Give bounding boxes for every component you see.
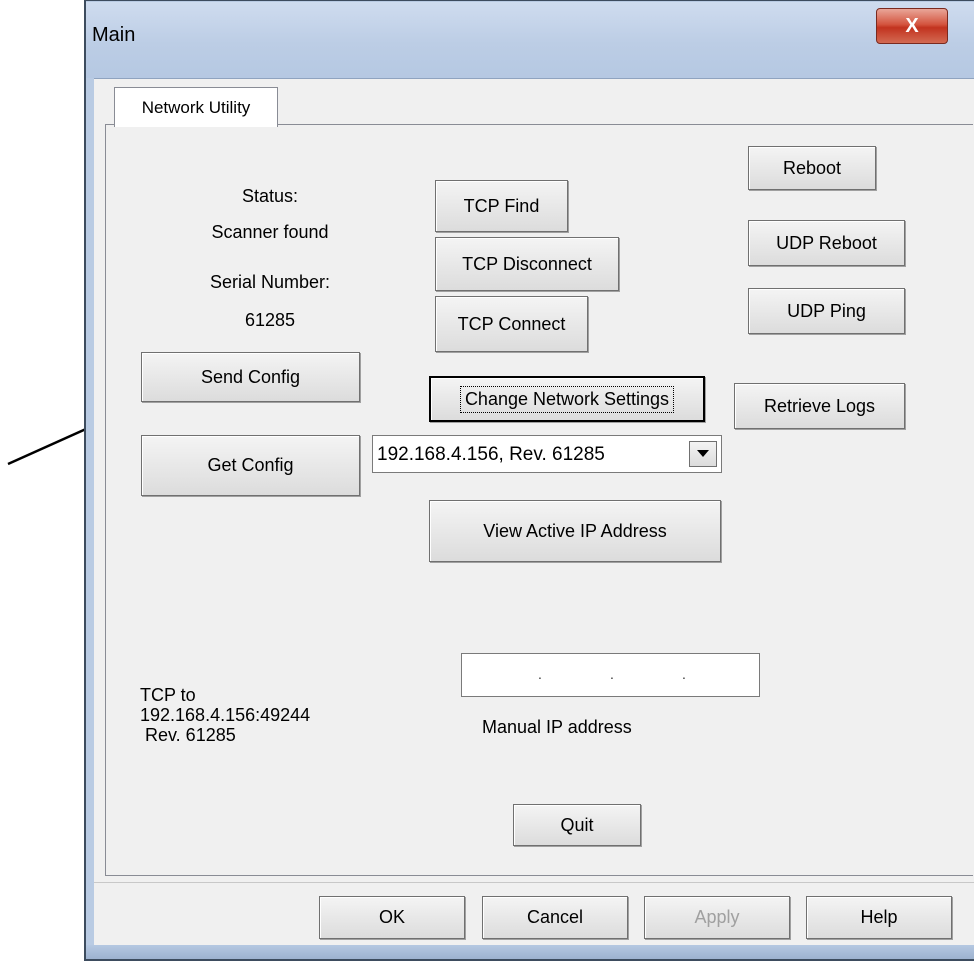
ip-separator: . bbox=[682, 666, 686, 682]
retrieve-logs-button[interactable]: Retrieve Logs bbox=[734, 383, 905, 429]
change-network-settings-label: Change Network Settings bbox=[459, 385, 675, 413]
ip-separator: . bbox=[610, 666, 614, 682]
connection-info-line1: TCP to bbox=[140, 685, 196, 705]
status-value: Scanner found bbox=[211, 222, 329, 242]
connection-info-line2: 192.168.4.156:49244 bbox=[140, 705, 311, 725]
close-icon: X bbox=[905, 14, 919, 37]
device-select[interactable]: 192.168.4.156, Rev. 61285 bbox=[372, 435, 722, 473]
send-config-button[interactable]: Send Config bbox=[141, 352, 360, 402]
change-network-settings-button[interactable]: Change Network Settings bbox=[429, 376, 705, 422]
device-select-value: 192.168.4.156, Rev. 61285 bbox=[377, 444, 605, 465]
view-active-ip-button[interactable]: View Active IP Address bbox=[429, 500, 721, 562]
window-title: Main bbox=[92, 24, 136, 46]
window-bottom-frame bbox=[86, 945, 974, 961]
tcp-connect-button[interactable]: TCP Connect bbox=[435, 296, 588, 352]
dialog-separator bbox=[94, 882, 974, 883]
ip-separator: . bbox=[538, 666, 542, 682]
connection-info-line3: Rev. 61285 bbox=[140, 725, 236, 745]
ok-button[interactable]: OK bbox=[319, 896, 465, 939]
apply-button[interactable]: Apply bbox=[644, 896, 790, 939]
dropdown-arrow-icon[interactable] bbox=[689, 441, 717, 467]
manual-ip-input[interactable]: . . . bbox=[461, 653, 760, 697]
tcp-disconnect-button[interactable]: TCP Disconnect bbox=[435, 237, 619, 291]
quit-button[interactable]: Quit bbox=[513, 804, 641, 846]
udp-reboot-button[interactable]: UDP Reboot bbox=[748, 220, 905, 266]
reboot-button[interactable]: Reboot bbox=[748, 146, 876, 190]
title-bar[interactable] bbox=[86, 2, 974, 78]
cancel-button[interactable]: Cancel bbox=[482, 896, 628, 939]
close-button[interactable]: X bbox=[876, 8, 948, 44]
udp-ping-button[interactable]: UDP Ping bbox=[748, 288, 905, 334]
help-button[interactable]: Help bbox=[806, 896, 952, 939]
tab-network-utility[interactable]: Network Utility bbox=[114, 87, 278, 127]
serial-number-label: Serial Number: bbox=[209, 272, 331, 292]
manual-ip-label: Manual IP address bbox=[482, 717, 632, 737]
get-config-button[interactable]: Get Config bbox=[141, 435, 360, 496]
serial-number-value: 61285 bbox=[244, 310, 296, 330]
status-label: Status: bbox=[241, 186, 299, 206]
tcp-find-button[interactable]: TCP Find bbox=[435, 180, 568, 232]
